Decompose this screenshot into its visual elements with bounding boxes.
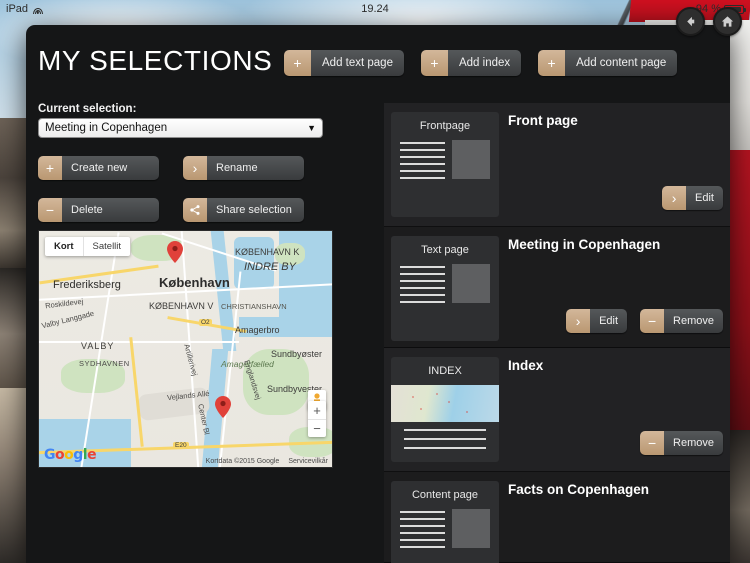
map-zoom-out-button[interactable]: − [308, 419, 326, 437]
minus-icon: − [640, 309, 665, 333]
map-label-indre-by: INDRE BY [244, 261, 296, 273]
page-title-front-page: Front page [508, 113, 578, 128]
map-label-amagerbro: Amagerbro [235, 325, 280, 335]
create-new-button[interactable]: + Create new [38, 156, 159, 180]
page-thumbnail-lines [400, 140, 445, 179]
page-thumbnail-image-box [452, 264, 490, 303]
page-row-meeting-in-copenhagen[interactable]: Text page Meeting in Copenhagen › Edit −… [384, 227, 730, 348]
left-panel: MY SELECTIONS + Add text page + Add inde… [26, 25, 678, 563]
share-selection-label: Share selection [207, 198, 304, 222]
map-type-satellit-button[interactable]: Satellit [82, 237, 131, 256]
share-selection-button[interactable]: Share selection [183, 198, 304, 222]
selection-actions-row-2: − Delete Share selection [38, 198, 304, 222]
page-row-facts-on-copenhagen[interactable]: Content page Facts on Copenhagen [384, 472, 730, 563]
pages-list: Frontpage Front page › Edit Text page Me… [384, 25, 730, 563]
page-thumbnail-index[interactable]: INDEX [391, 357, 499, 462]
page-thumbnail-label: Frontpage [419, 120, 471, 132]
remove-button-index[interactable]: − Remove [640, 431, 723, 455]
page-thumbnail-lines [400, 509, 445, 548]
create-new-label: Create new [62, 156, 159, 180]
page-actions-front-page: › Edit [662, 186, 723, 210]
map-zoom-controls[interactable]: + − [308, 401, 326, 437]
page-thumbnail-front-page[interactable]: Frontpage [391, 112, 499, 217]
plus-icon: + [284, 50, 311, 76]
map-type-toggle[interactable]: Kort Satellit [45, 237, 131, 256]
back-arrow-icon [687, 16, 695, 27]
map-label-christianshavn: CHRISTIANSHAVN [221, 302, 287, 311]
edit-label: Edit [590, 309, 628, 333]
edit-label: Edit [686, 186, 723, 210]
page-title-meeting-in-copenhagen: Meeting in Copenhagen [508, 237, 661, 252]
rename-label: Rename [207, 156, 304, 180]
map-label-kobenhavn-v: KØBENHAVN V [149, 301, 214, 311]
map-label-kobenhavn-k: KØBENHAVN K [235, 247, 300, 257]
page-thumbnail-content-page[interactable]: Content page [391, 481, 499, 563]
map-pin-south[interactable] [215, 396, 231, 418]
map-label-sydhavnen: SYDHAVNEN [79, 359, 130, 368]
map-type-kort-button[interactable]: Kort [45, 237, 83, 256]
page-thumbnail-body [400, 509, 490, 548]
page-thumbnail-image-box [452, 140, 490, 179]
remove-label: Remove [664, 431, 723, 455]
google-logo: Google [44, 447, 97, 463]
page-thumbnail-body [400, 264, 490, 303]
page-row-index[interactable]: INDEX Index − Remove [384, 348, 730, 472]
map-road-4 [39, 341, 239, 343]
page-actions-index: − Remove [640, 431, 723, 455]
minus-icon: − [38, 198, 62, 222]
chevron-right-icon: › [566, 309, 591, 333]
page-thumbnail-body [400, 140, 490, 179]
map-pin-north[interactable] [167, 241, 183, 263]
delete-button[interactable]: − Delete [38, 198, 159, 222]
page-thumbnail-label: Text page [421, 244, 469, 256]
delete-label: Delete [62, 198, 159, 222]
page-thumbnail-lines [400, 264, 445, 303]
page-row-front-page[interactable]: Frontpage Front page › Edit [384, 103, 730, 227]
page-title-index: Index [508, 358, 544, 373]
page-thumbnail-label: Content page [411, 489, 479, 501]
map-zoom-in-button[interactable]: + [308, 401, 326, 419]
edit-button-meeting-in-copenhagen[interactable]: › Edit [566, 309, 628, 333]
chevron-down-icon: ▼ [307, 123, 316, 133]
page-thumbnail-text-page[interactable]: Text page [391, 236, 499, 341]
status-bar: iPad 19.24 94 % [0, 0, 750, 18]
page-thumbnail-lines [400, 429, 490, 449]
edit-button-front-page[interactable]: › Edit [662, 186, 723, 210]
page-title-facts-on-copenhagen: Facts on Copenhagen [508, 482, 650, 497]
page-thumbnail-image-box [452, 509, 490, 548]
minus-icon: − [640, 431, 665, 455]
map-attribution-text: Kortdata ©2015 Google [205, 458, 280, 465]
home-icon [721, 16, 734, 27]
page-title: MY SELECTIONS [38, 45, 273, 76]
map-label-sundbyoster: Sundbyøster [271, 349, 323, 359]
share-icon [183, 198, 207, 222]
map-attribution: Kortdata ©2015 Google Servicevilkår [206, 458, 328, 465]
current-selection-value: Meeting in Copenhagen [45, 122, 168, 134]
remove-button-meeting-in-copenhagen[interactable]: − Remove [640, 309, 723, 333]
map-label-frederiksberg: Frederiksberg [53, 279, 121, 291]
map-label-valby: VALBY [81, 341, 115, 351]
current-selection-label: Current selection: [38, 103, 137, 115]
page-actions-meeting-in-copenhagen: › Edit − Remove [566, 309, 723, 333]
plus-icon: + [38, 156, 62, 180]
selection-actions-row-1: + Create new › Rename [38, 156, 304, 180]
back-button[interactable] [676, 7, 705, 36]
chevron-right-icon: › [662, 186, 687, 210]
status-bar-time: 19.24 [361, 3, 389, 15]
map-label-kobenhavn: København [159, 275, 230, 290]
map-terms-link[interactable]: Servicevilkår [288, 458, 328, 465]
current-selection-dropdown[interactable]: Meeting in Copenhagen ▼ [38, 118, 323, 138]
map-shield-e20: E20 [173, 442, 189, 449]
page-thumbnail-minimap [391, 385, 499, 422]
navigation-buttons [676, 7, 742, 36]
home-button[interactable] [713, 7, 742, 36]
map-shield-o2: O2 [199, 319, 212, 326]
rename-button[interactable]: › Rename [183, 156, 304, 180]
chevron-right-icon: › [183, 156, 207, 180]
my-selections-dialog: MY SELECTIONS + Add text page + Add inde… [26, 25, 730, 563]
page-thumbnail-label: INDEX [428, 365, 462, 377]
remove-label: Remove [664, 309, 723, 333]
location-map[interactable]: Kort Satellit KØBENHAVN K INDRE BY Frede… [38, 230, 333, 468]
